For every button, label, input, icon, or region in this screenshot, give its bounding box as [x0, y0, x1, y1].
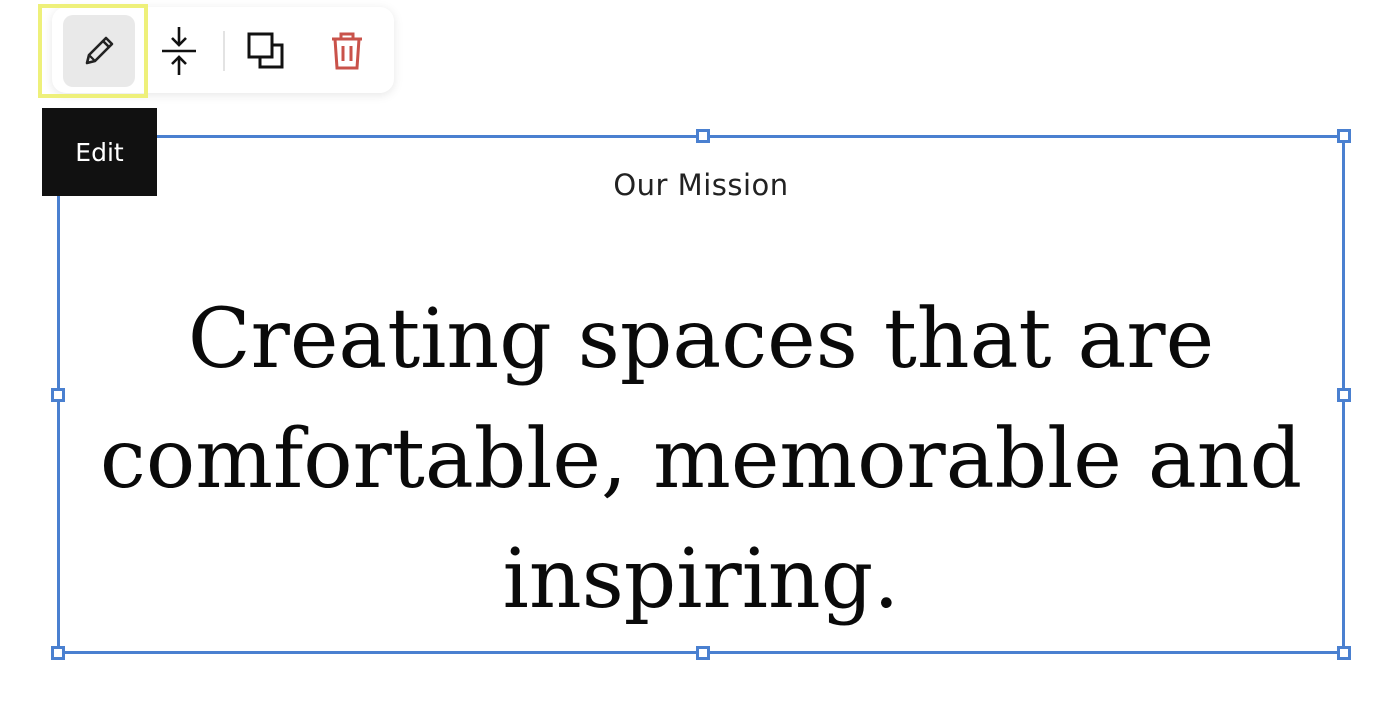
resize-handle-bottom-right[interactable] [1337, 646, 1351, 660]
resize-handle-bottom-left[interactable] [51, 646, 65, 660]
duplicate-button[interactable] [230, 15, 302, 87]
delete-button[interactable] [311, 15, 383, 87]
resize-handle-left[interactable] [51, 388, 65, 402]
editor-canvas: Edit Our Mission Creating spaces that ar… [0, 0, 1396, 704]
resize-handle-right[interactable] [1337, 388, 1351, 402]
selected-text-block[interactable]: Our Mission Creating spaces that are com… [51, 129, 1351, 660]
mission-headline: Creating spaces that are comfortable, me… [99, 292, 1303, 627]
resize-handle-top[interactable] [696, 129, 710, 143]
resize-handle-bottom[interactable] [696, 646, 710, 660]
edit-button[interactable] [63, 15, 135, 87]
pencil-icon [85, 36, 114, 65]
vertical-collapse-icon [162, 27, 196, 75]
edit-tooltip: Edit [42, 108, 157, 196]
fit-button[interactable] [143, 15, 215, 87]
duplicate-icon [247, 32, 284, 69]
resize-handle-top-right[interactable] [1337, 129, 1351, 143]
toolbar-divider [223, 31, 225, 71]
element-toolbar [52, 7, 394, 93]
section-eyebrow: Our Mission [613, 168, 789, 202]
trash-icon [332, 32, 362, 70]
